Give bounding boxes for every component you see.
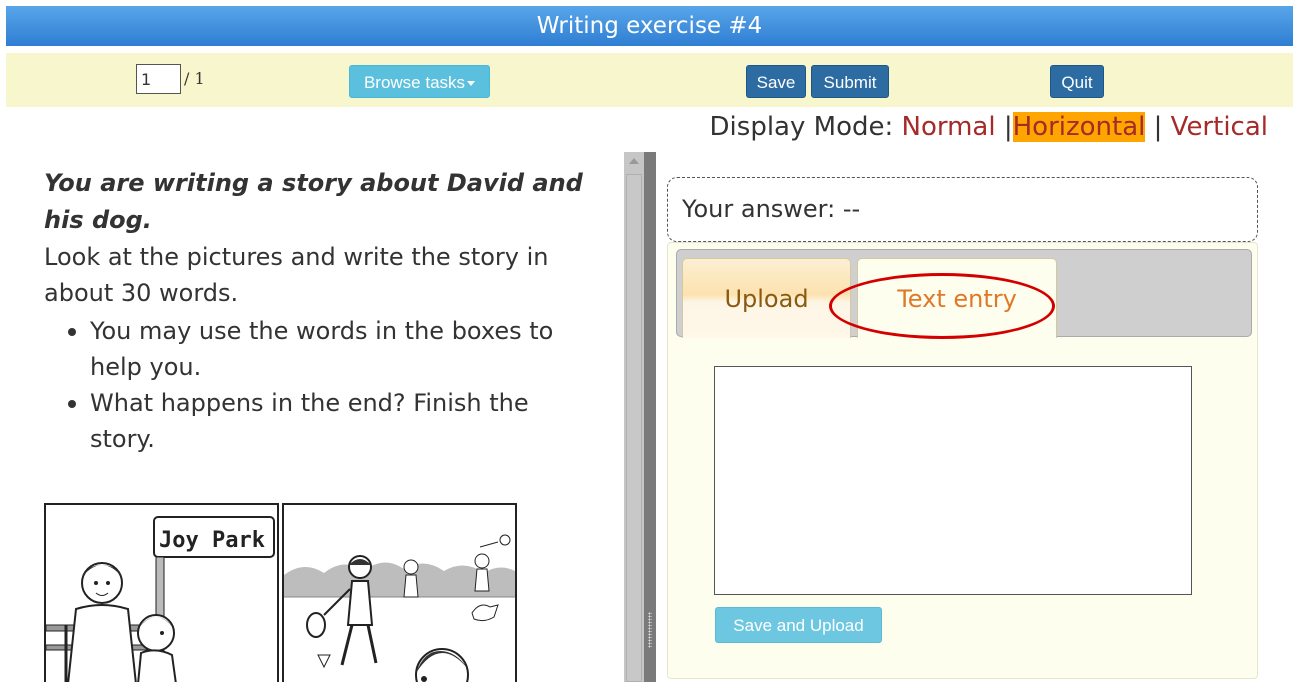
splitter-grip-icon[interactable] (648, 612, 652, 648)
pane-splitter[interactable] (644, 152, 656, 682)
save-button[interactable]: Save (746, 65, 806, 98)
task-bullet-list: You may use the words in the boxes to he… (44, 313, 614, 457)
bullet-text: story. (90, 425, 155, 453)
bullet-text: What happens in the end? Finish the (90, 389, 529, 417)
bullet-text: help you. (90, 353, 202, 381)
page-number-input[interactable] (136, 64, 181, 94)
task-instruction: Look at the pictures and write the story… (44, 239, 614, 311)
browse-tasks-label: Browse tasks (363, 73, 466, 92)
highlight-circle (829, 273, 1055, 339)
comic-panel-badminton (282, 503, 517, 682)
quit-button[interactable]: Quit (1050, 65, 1104, 98)
page-total: / 1 (184, 69, 205, 88)
answer-textarea[interactable] (714, 366, 1192, 595)
task-title-line: his dog. (44, 206, 152, 234)
toolbar: / 1 Browse tasks Save Submit Quit (6, 53, 1293, 107)
sign-text: Joy Park (159, 528, 265, 553)
mode-separator: | (1153, 112, 1163, 142)
scrollbar-thumb[interactable] (626, 174, 642, 682)
scroll-up-icon[interactable] (629, 158, 639, 164)
display-mode-selector: Display Mode: Normal |Horizontal | Verti… (710, 112, 1268, 142)
browse-tasks-button[interactable]: Browse tasks (349, 65, 490, 98)
task-pane: You are writing a story about David and … (44, 165, 614, 457)
comic-panel-park-entrance: Joy Park (44, 503, 279, 682)
comic-strip: Joy Park (44, 503, 517, 682)
list-item: You may use the words in the boxes to he… (64, 313, 614, 385)
tab-upload[interactable]: Upload (682, 258, 851, 338)
task-instruction-line: about 30 words. (44, 279, 239, 307)
mode-horizontal-link[interactable]: Horizontal (1012, 112, 1146, 142)
task-title: You are writing a story about David and … (44, 165, 614, 239)
badminton-illustration (284, 534, 515, 682)
task-title-line: You are writing a story about David and (44, 169, 583, 197)
mode-separator: | (1003, 112, 1013, 142)
mode-vertical-link[interactable]: Vertical (1171, 112, 1268, 142)
pane-divider (624, 152, 657, 682)
task-instruction-line: Look at the pictures and write the story… (44, 243, 549, 271)
answer-panel: Upload Text entry Save and Upload (667, 242, 1258, 679)
mode-normal-link[interactable]: Normal (902, 112, 996, 142)
bullet-text: You may use the words in the boxes to (90, 317, 554, 345)
page-title: Writing exercise #4 (6, 6, 1293, 46)
submit-button[interactable]: Submit (811, 65, 889, 98)
answer-status: Your answer: -- (667, 177, 1258, 242)
task-scrollbar[interactable] (624, 152, 644, 682)
list-item: What happens in the end? Finish the stor… (64, 385, 614, 457)
save-and-upload-button[interactable]: Save and Upload (715, 607, 882, 643)
display-mode-label: Display Mode: (709, 112, 894, 142)
park-entrance-illustration: Joy Park (46, 516, 275, 682)
caret-down-icon (467, 81, 476, 87)
